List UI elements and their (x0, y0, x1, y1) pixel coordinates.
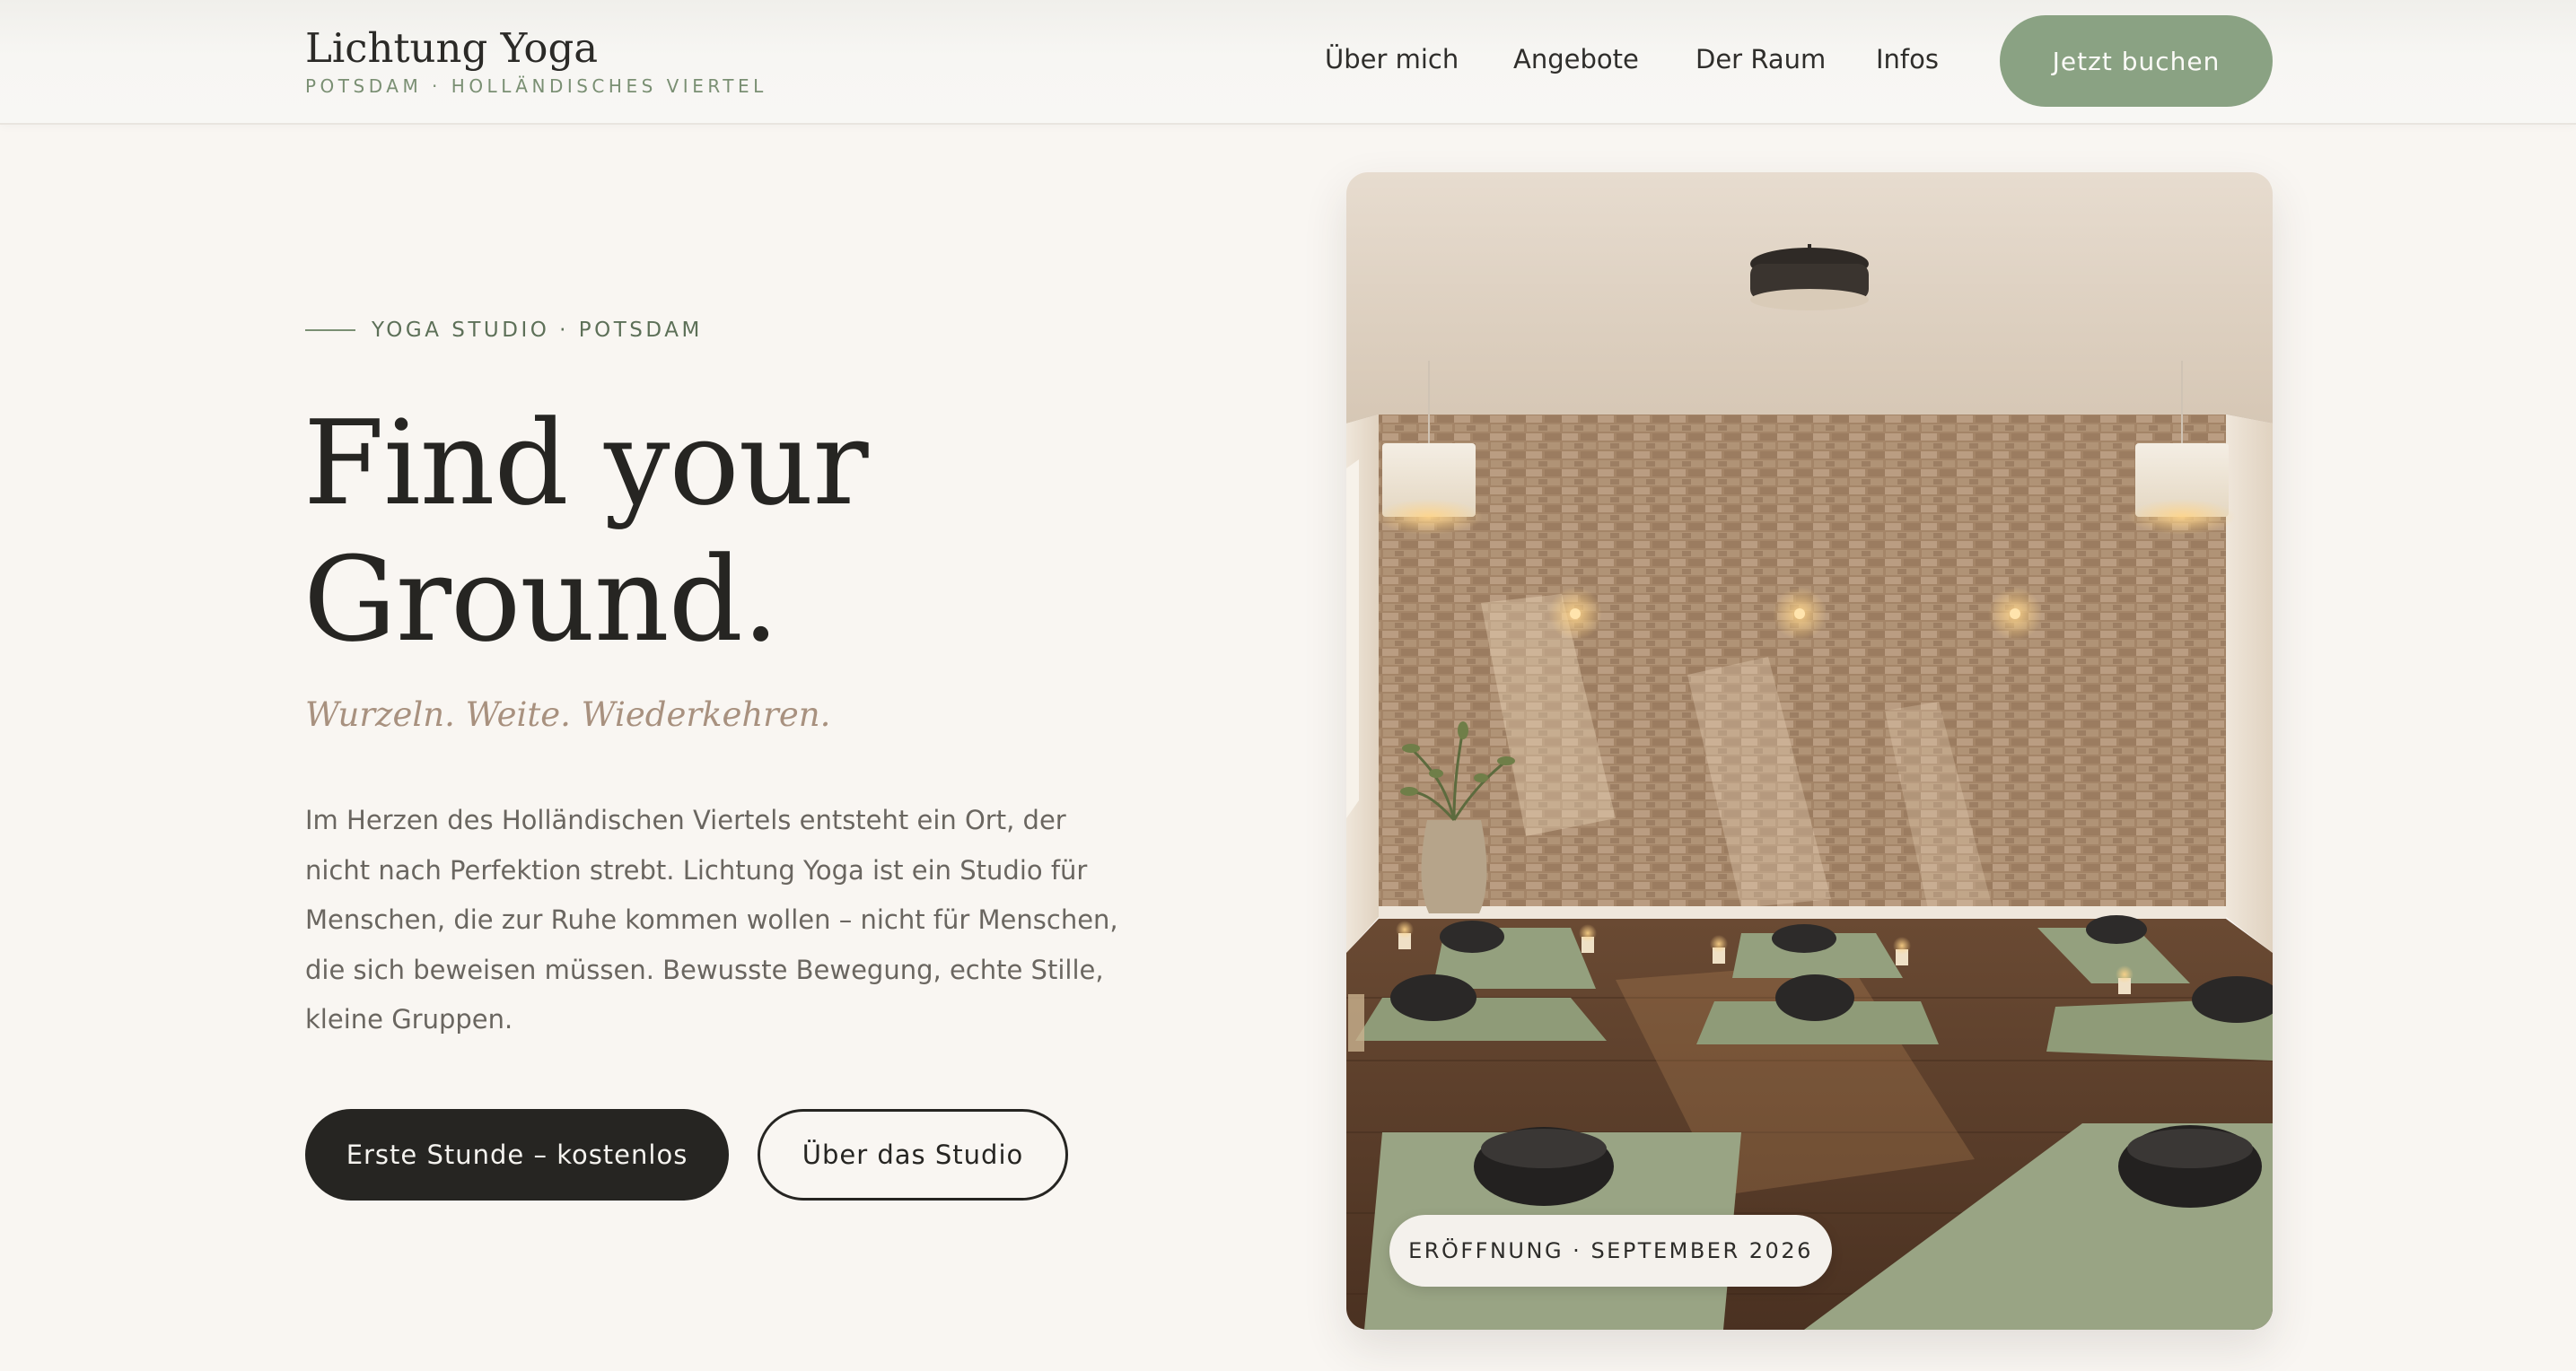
nav-link-ueber-mich[interactable]: Über mich (1325, 41, 1459, 77)
opening-date-badge: ERÖFFNUNG · SEPTEMBER 2026 (1389, 1215, 1832, 1287)
hero-headline: Find your Ground. (303, 395, 869, 668)
first-class-free-button[interactable]: Erste Stunde – kostenlos (305, 1109, 729, 1201)
intro-line: Menschen, die zur Ruhe kommen wollen – n… (305, 904, 1118, 935)
nav-link-infos[interactable]: Infos (1876, 41, 1939, 77)
intro-line: die sich beweisen müssen. Bewusste Beweg… (305, 954, 1104, 985)
intro-line: Im Herzen des Holländischen Viertels ent… (305, 805, 1066, 835)
nav-link-der-raum[interactable]: Der Raum (1695, 41, 1826, 77)
book-now-button[interactable]: Jetzt buchen (2000, 15, 2273, 107)
headline-line-1: Find your (303, 395, 869, 531)
logo[interactable]: Lichtung Yoga POTSDAM · HOLLÄNDISCHES VI… (305, 23, 767, 99)
intro-line: kleine Gruppen. (305, 1004, 513, 1035)
studio-room-illustration (1346, 172, 2273, 1330)
hero-tagline: Wurzeln. Weite. Wiederkehren. (305, 695, 831, 734)
intro-line: nicht nach Perfektion strebt. Lichtung Y… (305, 854, 1088, 886)
headline-line-2: Ground. (303, 531, 779, 668)
eyebrow: YOGA STUDIO · POTSDAM (305, 319, 703, 342)
hero-intro: Im Herzen des Holländischen Viertels ent… (305, 796, 1118, 1045)
about-studio-button[interactable]: Über das Studio (758, 1109, 1068, 1201)
eyebrow-text: YOGA STUDIO · POTSDAM (372, 319, 703, 342)
nav-link-angebote[interactable]: Angebote (1513, 41, 1639, 77)
site-header: Lichtung Yoga POTSDAM · HOLLÄNDISCHES VI… (0, 0, 2576, 125)
logo-title[interactable]: Lichtung Yoga (305, 23, 767, 74)
logo-subtitle: POTSDAM · HOLLÄNDISCHES VIERTEL (305, 75, 767, 97)
studio-photo (1346, 172, 2273, 1330)
eyebrow-divider (305, 329, 355, 331)
